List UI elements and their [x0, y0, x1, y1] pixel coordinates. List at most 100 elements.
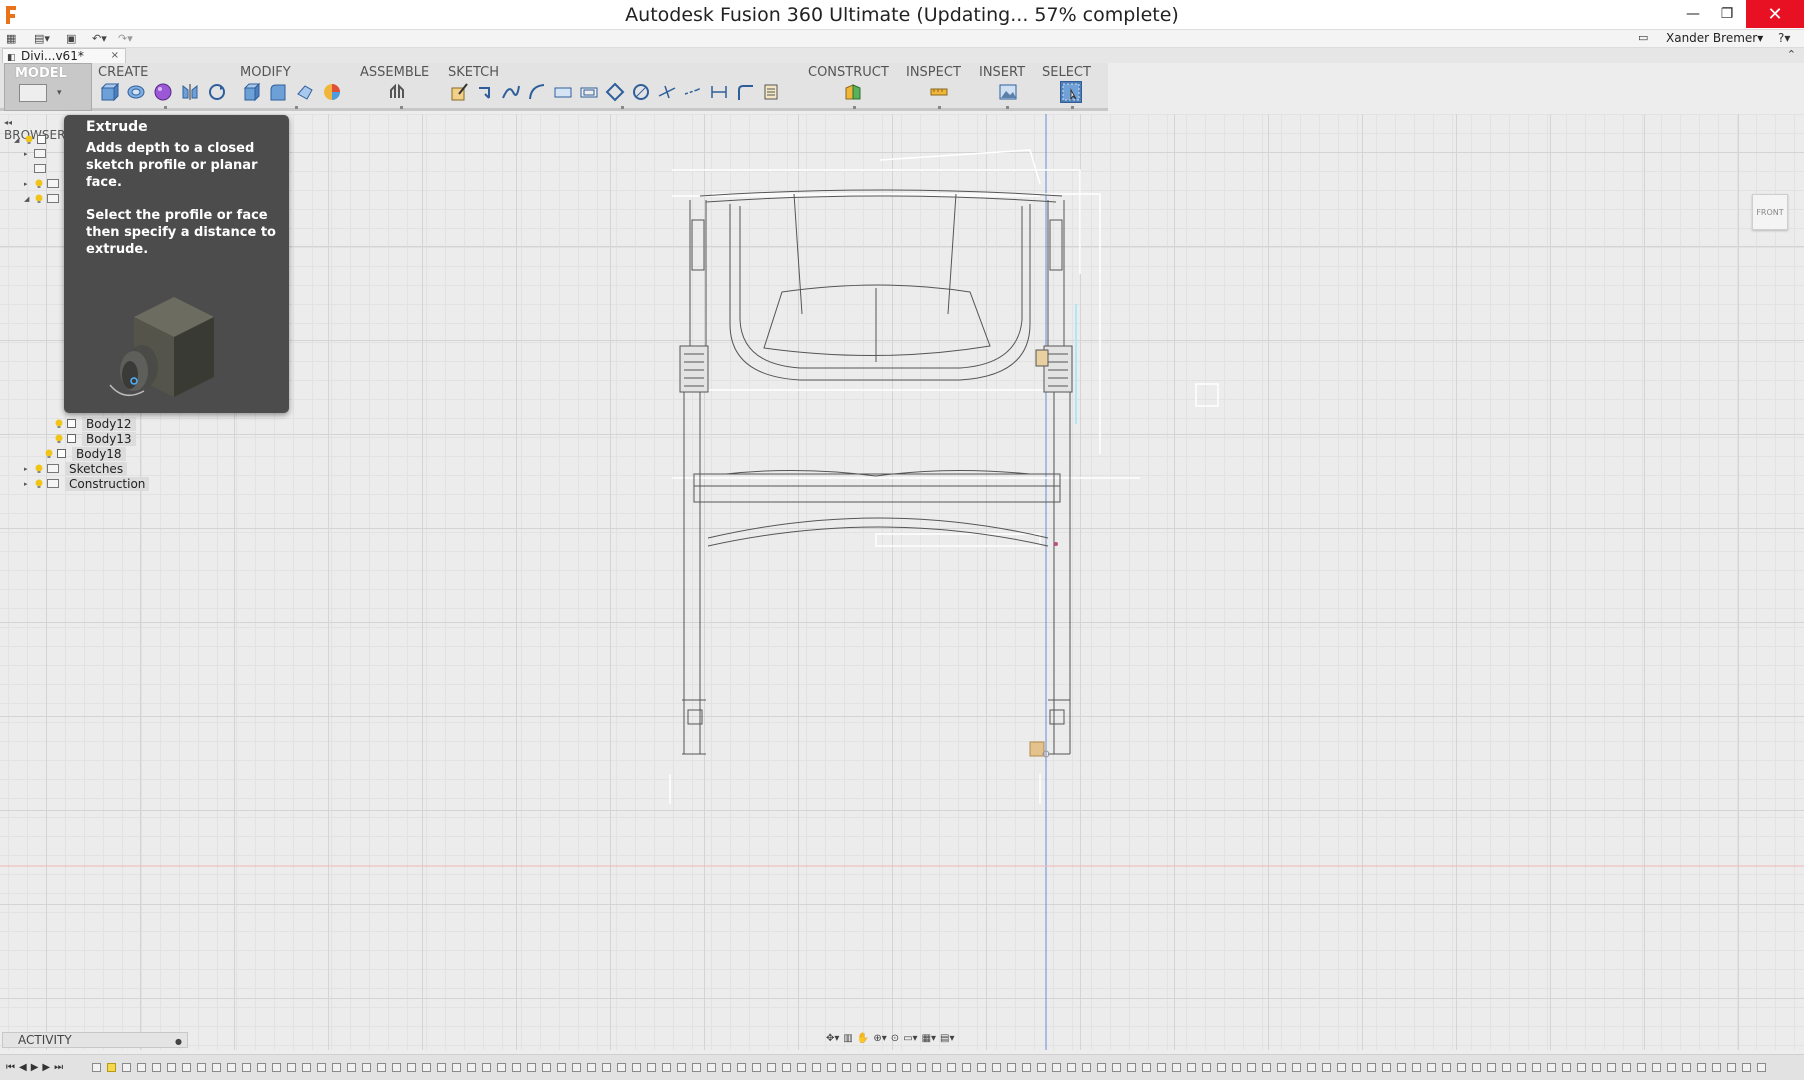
- lightbulb-icon[interactable]: [24, 135, 34, 145]
- expand-arrow-icon[interactable]: ▸: [24, 180, 34, 188]
- viewports-icon[interactable]: ▤▾: [940, 1033, 954, 1049]
- tree-row-body12[interactable]: Body12: [54, 416, 136, 431]
- lightbulb-icon[interactable]: [34, 179, 44, 189]
- collapse-ribbon-icon[interactable]: ⌃: [1787, 48, 1796, 61]
- lightbulb-icon[interactable]: [34, 194, 44, 204]
- timeline-feature-icon[interactable]: [482, 1063, 491, 1072]
- mirror-icon[interactable]: [179, 81, 201, 103]
- timeline-feature-icon[interactable]: [1277, 1063, 1286, 1072]
- timeline-feature-icon[interactable]: [1742, 1063, 1751, 1072]
- revolve-icon[interactable]: [125, 81, 147, 103]
- timeline-feature-icon[interactable]: [137, 1063, 146, 1072]
- timeline-feature-icon[interactable]: [947, 1063, 956, 1072]
- visibility-checkbox[interactable]: [37, 135, 46, 144]
- timeline-feature-icon[interactable]: [797, 1063, 806, 1072]
- timeline-feature-icon[interactable]: [782, 1063, 791, 1072]
- timeline-feature-icon[interactable]: [1022, 1063, 1031, 1072]
- timeline-feature-icon[interactable]: [602, 1063, 611, 1072]
- sphere-icon[interactable]: [152, 81, 174, 103]
- circle-icon[interactable]: [630, 81, 652, 103]
- timeline-feature-icon[interactable]: [737, 1063, 746, 1072]
- timeline-feature-icon[interactable]: [1202, 1063, 1211, 1072]
- measure-icon[interactable]: [928, 81, 950, 103]
- timeline-feature-icon[interactable]: [317, 1063, 326, 1072]
- insert-group[interactable]: INSERT: [975, 63, 1037, 111]
- timeline-feature-icon[interactable]: [1652, 1063, 1661, 1072]
- timeline-feature-icon[interactable]: [977, 1063, 986, 1072]
- timeline-feature-icon[interactable]: [122, 1063, 131, 1072]
- timeline-feature-icon[interactable]: [887, 1063, 896, 1072]
- polygon-icon[interactable]: [604, 81, 626, 103]
- timeline-feature-icon[interactable]: [1532, 1063, 1541, 1072]
- lightbulb-icon[interactable]: [54, 434, 64, 444]
- timeline-feature-icon[interactable]: [182, 1063, 191, 1072]
- timeline-feature-icon[interactable]: [257, 1063, 266, 1072]
- collapse-browser-icon[interactable]: ◂◂: [4, 118, 12, 127]
- document-tab[interactable]: ◧ Divi...v61* ×: [2, 48, 126, 63]
- assemble-group[interactable]: ASSEMBLE: [356, 63, 444, 111]
- close-tab-icon[interactable]: ×: [111, 49, 119, 63]
- tree-row-origin[interactable]: ▸: [24, 176, 65, 191]
- file-icon[interactable]: ▤▾: [34, 32, 50, 46]
- timeline-feature-icon[interactable]: [332, 1063, 341, 1072]
- message-icon[interactable]: ▭: [1638, 31, 1648, 44]
- tree-row-root[interactable]: ◢: [14, 132, 52, 147]
- save-icon[interactable]: ▣: [66, 32, 76, 46]
- timeline-feature-icon[interactable]: [227, 1063, 236, 1072]
- timeline-feature-icon[interactable]: [1502, 1063, 1511, 1072]
- tree-row-body18[interactable]: Body18: [44, 446, 126, 461]
- timeline-feature-icon[interactable]: [722, 1063, 731, 1072]
- timeline-feature-icon[interactable]: [1682, 1063, 1691, 1072]
- expand-arrow-icon[interactable]: ▸: [24, 480, 34, 488]
- maximize-button[interactable]: ❐: [1704, 0, 1750, 28]
- go-to-end-icon[interactable]: ⏭: [54, 1062, 67, 1073]
- timeline-feature-icon[interactable]: [1442, 1063, 1451, 1072]
- tree-row-named-views[interactable]: ▸: [24, 146, 52, 161]
- fillet-sketch-icon[interactable]: [734, 81, 756, 103]
- shell-icon[interactable]: [294, 81, 316, 103]
- timeline-feature-icon[interactable]: [1112, 1063, 1121, 1072]
- timeline-feature-icon[interactable]: [632, 1063, 641, 1072]
- timeline-feature-icon[interactable]: [572, 1063, 581, 1072]
- timeline-feature-icon[interactable]: [1427, 1063, 1436, 1072]
- timeline-feature-icon[interactable]: [1067, 1063, 1076, 1072]
- select-group[interactable]: SELECT: [1038, 63, 1104, 111]
- undo-icon[interactable]: ↶▾: [92, 32, 107, 46]
- timeline-feature-icon[interactable]: [1607, 1063, 1616, 1072]
- grid-settings-icon[interactable]: ▦▾: [922, 1033, 936, 1049]
- timeline-feature-icon[interactable]: [272, 1063, 281, 1072]
- timeline-feature-icon[interactable]: [1457, 1063, 1466, 1072]
- zoom-icon[interactable]: ⊕▾: [873, 1033, 886, 1049]
- create-group[interactable]: CREATE: [94, 63, 234, 111]
- extrude-icon[interactable]: [98, 81, 120, 103]
- timeline-feature-icon[interactable]: [1727, 1063, 1736, 1072]
- timeline-feature-icon[interactable]: [512, 1063, 521, 1072]
- timeline-feature-icon[interactable]: [1262, 1063, 1271, 1072]
- timeline-feature-icon[interactable]: [1757, 1063, 1766, 1072]
- body-checkbox[interactable]: [67, 419, 76, 428]
- spline-icon[interactable]: [500, 81, 522, 103]
- rectangle-icon[interactable]: [552, 81, 574, 103]
- timeline-feature-icon[interactable]: [1037, 1063, 1046, 1072]
- timeline-feature-icon[interactable]: [287, 1063, 296, 1072]
- timeline-feature-icon[interactable]: [647, 1063, 656, 1072]
- sketch-group[interactable]: SKETCH: [444, 63, 798, 111]
- body-checkbox[interactable]: [57, 449, 66, 458]
- pattern-icon[interactable]: [206, 81, 228, 103]
- timeline-feature-icon[interactable]: [677, 1063, 686, 1072]
- timeline-feature-icon[interactable]: [1142, 1063, 1151, 1072]
- timeline-feature-icon[interactable]: [212, 1063, 221, 1072]
- press-pull-icon[interactable]: [240, 81, 262, 103]
- modify-group[interactable]: MODIFY: [236, 63, 354, 111]
- activity-toggle-icon[interactable]: ●: [175, 1035, 182, 1049]
- body-checkbox[interactable]: [67, 434, 76, 443]
- tree-row-construction[interactable]: ▸ Construction: [24, 476, 150, 491]
- slot-icon[interactable]: [578, 81, 600, 103]
- lightbulb-icon[interactable]: [34, 479, 44, 489]
- timeline-feature-icon[interactable]: [767, 1063, 776, 1072]
- redo-icon[interactable]: ↷▾: [118, 32, 133, 46]
- timeline-feature-icon[interactable]: [347, 1063, 356, 1072]
- expand-arrow-icon[interactable]: ▸: [24, 465, 34, 473]
- user-menu[interactable]: Xander Bremer▾: [1666, 31, 1763, 45]
- timeline-feature-icon[interactable]: [1472, 1063, 1481, 1072]
